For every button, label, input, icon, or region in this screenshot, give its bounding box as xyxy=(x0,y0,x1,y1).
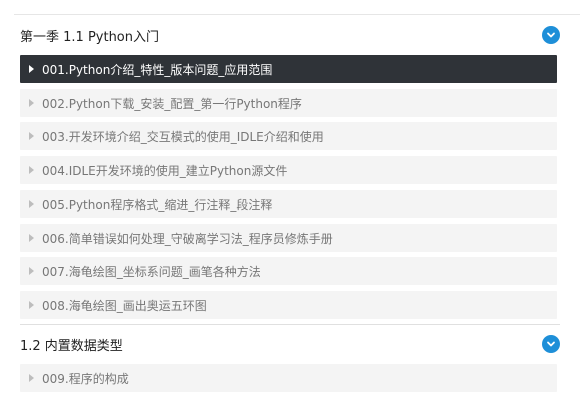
section-title: 1.2 内置数据类型 xyxy=(20,338,123,354)
chevron-down-icon xyxy=(547,341,555,347)
section-title: 第一季 1.1 Python入门 xyxy=(20,29,160,45)
lesson-label: 005.Python程序格式_缩进_行注释_段注释 xyxy=(42,197,273,212)
lesson-label: 004.IDLE开发环境的使用_建立Python源文件 xyxy=(42,163,288,178)
section-toggle-button[interactable] xyxy=(542,26,560,44)
lesson-item-008[interactable]: 008.海龟绘图_画出奥运五环图 xyxy=(20,291,557,319)
play-arrow-icon xyxy=(29,132,34,140)
play-arrow-icon xyxy=(29,99,34,107)
lesson-item-003[interactable]: 003.开发环境介绍_交互模式的使用_IDLE介绍和使用 xyxy=(20,122,557,150)
lesson-item-001[interactable]: 001.Python介绍_特性_版本问题_应用范围 xyxy=(20,55,557,83)
play-arrow-icon xyxy=(29,267,34,275)
lesson-item-004[interactable]: 004.IDLE开发环境的使用_建立Python源文件 xyxy=(20,156,557,184)
lesson-item-002[interactable]: 002.Python下载_安装_配置_第一行Python程序 xyxy=(20,89,557,117)
lesson-item-007[interactable]: 007.海龟绘图_坐标系问题_画笔各种方法 xyxy=(20,257,557,285)
play-arrow-icon xyxy=(29,200,34,208)
play-arrow-icon xyxy=(29,65,34,73)
section-toggle-button[interactable] xyxy=(542,335,560,353)
play-arrow-icon xyxy=(29,374,34,382)
section-header-1-2[interactable]: 1.2 内置数据类型 xyxy=(20,333,560,355)
top-divider xyxy=(14,14,580,15)
lesson-label: 003.开发环境介绍_交互模式的使用_IDLE介绍和使用 xyxy=(42,129,324,144)
section-divider xyxy=(20,324,560,325)
lesson-label: 008.海龟绘图_画出奥运五环图 xyxy=(42,298,207,313)
lesson-label: 002.Python下载_安装_配置_第一行Python程序 xyxy=(42,96,302,111)
lesson-label: 006.简单错误如何处理_守破离学习法_程序员修炼手册 xyxy=(42,231,333,246)
play-arrow-icon xyxy=(29,301,34,309)
lesson-label: 001.Python介绍_特性_版本问题_应用范围 xyxy=(42,62,273,77)
lesson-label: 009.程序的构成 xyxy=(42,371,129,386)
section-header-1-1[interactable]: 第一季 1.1 Python入门 xyxy=(20,24,560,46)
chevron-down-icon xyxy=(547,32,555,38)
lesson-item-006[interactable]: 006.简单错误如何处理_守破离学习法_程序员修炼手册 xyxy=(20,224,557,252)
lesson-label: 007.海龟绘图_坐标系问题_画笔各种方法 xyxy=(42,264,261,279)
lesson-item-009[interactable]: 009.程序的构成 xyxy=(20,364,557,392)
play-arrow-icon xyxy=(29,166,34,174)
play-arrow-icon xyxy=(29,234,34,242)
lesson-item-005[interactable]: 005.Python程序格式_缩进_行注释_段注释 xyxy=(20,190,557,218)
